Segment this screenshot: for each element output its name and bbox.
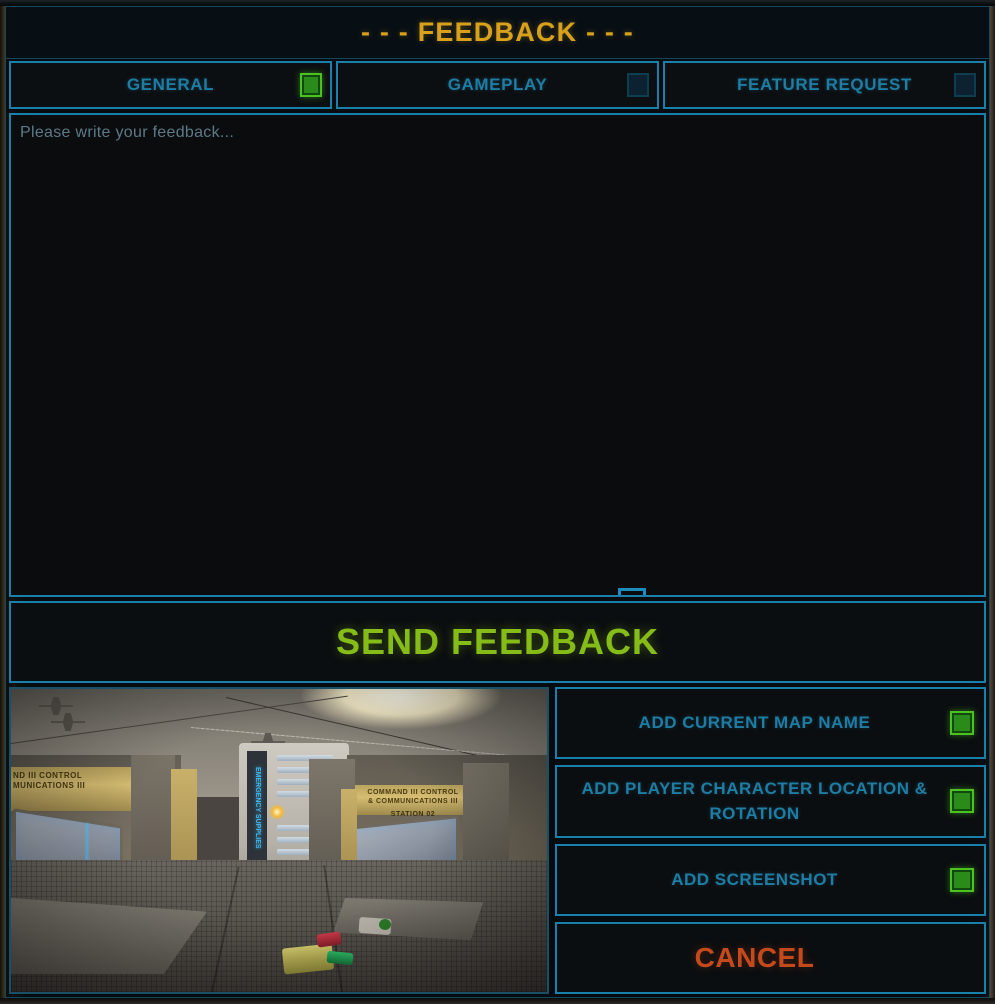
tab-gameplay[interactable]: GAMEPLAY [336,61,659,109]
option-add-player-location-rotation-checkbox[interactable] [950,789,974,814]
preview-vignette [11,689,547,992]
dialog-title-bar: - - - FEEDBACK - - - [6,7,989,59]
option-add-current-map-name-checkbox[interactable] [950,711,974,736]
feedback-textarea[interactable]: Please write your feedback... [9,113,986,597]
option-add-player-location-rotation-label: ADD PLAYER CHARACTER LOCATION & ROTATION [581,778,928,824]
feedback-placeholder: Please write your feedback... [20,124,235,141]
option-add-screenshot[interactable]: ADD SCREENSHOT [555,843,986,916]
tab-gameplay-checkbox[interactable] [627,73,649,97]
tab-gameplay-label: GAMEPLAY [447,75,548,94]
feedback-category-tabs: GENERAL GAMEPLAY FEATURE REQUEST [6,59,989,111]
option-add-screenshot-checkbox[interactable] [950,867,974,892]
feedback-options-list: ADD CURRENT MAP NAME ADD PLAYER CHARACTE… [555,687,986,994]
tab-general[interactable]: GENERAL [9,61,332,109]
option-add-current-map-name[interactable]: ADD CURRENT MAP NAME [555,687,986,760]
feedback-dialog: - - - FEEDBACK - - - GENERAL GAMEPLAY FE… [5,6,990,998]
page-title: - - - FEEDBACK - - - [361,17,634,47]
option-add-player-location-rotation[interactable]: ADD PLAYER CHARACTER LOCATION & ROTATION [555,765,986,838]
tab-feature-request-label: FEATURE REQUEST [737,75,912,94]
cancel-button-label: CANCEL [694,941,815,973]
tab-general-checkbox[interactable] [300,73,322,97]
option-add-current-map-name-label: ADD CURRENT MAP NAME [638,713,871,733]
option-add-screenshot-label: ADD SCREENSHOT [671,869,838,889]
screenshot-preview[interactable]: ND III CONTROL MUNICATIONS III EMERGENCY… [9,687,549,994]
tab-feature-request-checkbox[interactable] [954,73,976,97]
send-feedback-label: SEND FEEDBACK [335,621,660,662]
dialog-bottom-row: ND III CONTROL MUNICATIONS III EMERGENCY… [6,683,989,997]
tab-general-label: GENERAL [126,75,215,94]
tab-feature-request[interactable]: FEATURE REQUEST [663,61,986,109]
screen-root: - - - FEEDBACK - - - GENERAL GAMEPLAY FE… [0,0,995,1004]
cancel-button[interactable]: CANCEL [555,921,986,994]
game-world-bottom-edge [0,998,995,1004]
text-cursor-icon [618,588,646,595]
send-feedback-button[interactable]: SEND FEEDBACK [9,601,986,683]
